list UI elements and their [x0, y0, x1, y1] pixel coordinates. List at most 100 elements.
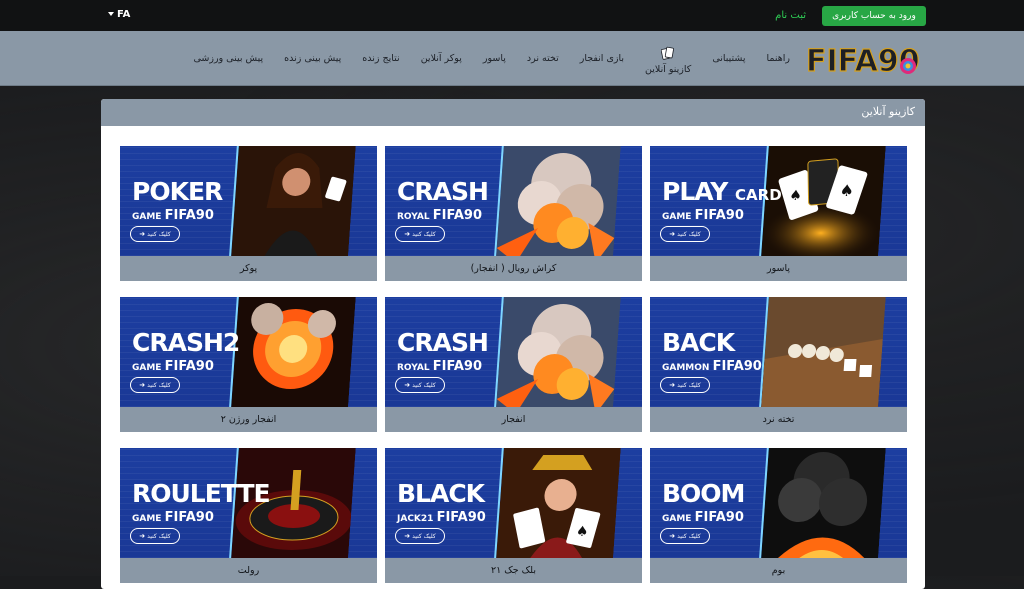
nav-item-9[interactable]: راهنما: [767, 53, 791, 64]
nav-item-8[interactable]: پشتیبانی: [712, 53, 745, 64]
game-title-main: PLAY: [662, 177, 728, 206]
game-title: BLACK: [397, 479, 485, 508]
game-art: [758, 448, 887, 558]
fifa90-logo[interactable]: FIFA90: [804, 39, 920, 79]
game-art: [493, 146, 622, 256]
nav-item-5[interactable]: تخته نرد: [527, 53, 559, 64]
game-card[interactable]: BACK GAMMON FIFA90 کلیک کنید➜ تخته نرد: [650, 297, 907, 432]
game-subtitle-word: GAME: [132, 212, 162, 222]
click-here-button[interactable]: کلیک کنید➜: [660, 377, 710, 393]
top-bar: FA ثبت نام ورود به حساب کاربری: [0, 0, 1024, 31]
game-card[interactable]: POKER GAME FIFA90 کلیک کنید➜ پوکر: [120, 146, 377, 281]
main-navbar: FIFA90 پیش بینی ورزشی پیش بینی زنده نتایج …: [0, 31, 1024, 86]
click-label: کلیک کنید: [147, 231, 171, 238]
game-art-backgammon: [760, 297, 887, 407]
nav-item-2[interactable]: نتایج زنده: [362, 53, 399, 64]
nav-item-label: کازینو آنلاین: [645, 63, 692, 75]
game-caption: کراش رویال ( انفجار): [385, 256, 642, 281]
game-art-smoke: [760, 448, 887, 558]
register-link[interactable]: ثبت نام: [775, 10, 806, 21]
game-art: ♠: [493, 448, 622, 558]
svg-text:♠: ♠: [839, 181, 855, 200]
game-art-queen: ♠: [495, 448, 622, 558]
game-card[interactable]: CRASH2 GAME FIFA90 کلیک کنید➜ انفجار ورژن ۲: [120, 297, 377, 432]
game-brand: FIFA90: [694, 208, 744, 223]
click-here-button[interactable]: کلیک کنید➜: [395, 377, 445, 393]
game-card[interactable]: ♠ BLACK JACK21 FIFA90 کلیک کنید➜ بلک جک ۲۱: [385, 448, 642, 583]
game-brand: FIFA90: [164, 208, 214, 223]
click-here-button[interactable]: کلیک کنید➜: [660, 226, 710, 242]
game-subtitle: GAMMON FIFA90: [662, 359, 762, 374]
game-card[interactable]: BOOM GAME FIFA90 کلیک کنید➜ بوم: [650, 448, 907, 583]
click-here-button[interactable]: کلیک کنید➜: [130, 528, 180, 544]
login-button[interactable]: ورود به حساب کاربری: [822, 6, 926, 26]
click-here-button[interactable]: کلیک کنید➜: [130, 377, 180, 393]
game-banner: ♠ BLACK JACK21 FIFA90 کلیک کنید➜: [385, 448, 642, 558]
click-here-button[interactable]: کلیک کنید➜: [395, 528, 445, 544]
panel-title: کازینو آنلاین: [861, 105, 915, 118]
game-brand: FIFA90: [712, 359, 762, 374]
click-here-button[interactable]: کلیک کنید➜: [130, 226, 180, 242]
game-title: BOOM: [662, 479, 745, 508]
game-brand: FIFA90: [432, 208, 483, 223]
game-card[interactable]: CRASH ROYAL FIFA90 کلیک کنید➜ انفجار: [385, 297, 642, 432]
arrow-icon: ➜: [139, 230, 146, 238]
click-label: کلیک کنید: [677, 382, 701, 389]
game-art: [758, 297, 887, 407]
game-subtitle: ROYAL FIFA90: [397, 208, 482, 223]
game-caption: تخته نرد: [650, 407, 907, 432]
click-here-button[interactable]: کلیک کنید➜: [395, 226, 445, 242]
game-subtitle-word: GAMMON: [662, 363, 710, 373]
game-subtitle: GAME FIFA90: [132, 510, 214, 525]
svg-text:♠: ♠: [575, 524, 589, 540]
nav-item-0[interactable]: پیش بینی ورزشی: [194, 53, 264, 64]
click-label: کلیک کنید: [677, 533, 701, 540]
game-caption: بوم: [650, 558, 907, 583]
game-art-explosion: [495, 146, 622, 256]
game-brand: FIFA90: [164, 359, 214, 374]
click-label: کلیک کنید: [412, 382, 436, 389]
language-selector[interactable]: FA: [108, 9, 130, 20]
nav-item-6[interactable]: بازی انفجار: [580, 53, 624, 64]
game-title: ROULETTE: [132, 479, 271, 508]
cards-icon: [661, 46, 675, 60]
click-label: کلیک کنید: [412, 231, 436, 238]
game-subtitle-word: ROYAL: [397, 363, 430, 373]
game-title-main: CRASH2: [132, 328, 240, 357]
language-label: FA: [117, 9, 131, 20]
game-title-main: CRASH: [397, 177, 489, 206]
game-caption: انفجار ورژن ۲: [120, 407, 377, 432]
game-title: CRASH2: [132, 328, 240, 357]
game-card[interactable]: ♠ ♠ PLAY CARD GAME FIFA90 کلیک کنید➜ پاسور: [650, 146, 907, 281]
game-subtitle: GAME FIFA90: [662, 510, 744, 525]
svg-text:♠: ♠: [789, 188, 803, 204]
game-subtitle-word: GAME: [662, 514, 692, 524]
game-card[interactable]: CRASH ROYAL FIFA90 کلیک کنید➜ کراش رویال ( …: [385, 146, 642, 281]
game-caption: پوکر: [120, 256, 377, 281]
nav-item-4[interactable]: پاسور: [483, 53, 506, 64]
game-subtitle-word: ROYAL: [397, 212, 430, 222]
nav-item-3[interactable]: پوکر آنلاین: [421, 53, 462, 64]
game-title-suffix: CARD: [735, 186, 782, 204]
game-banner: CRASH ROYAL FIFA90 کلیک کنید➜: [385, 297, 642, 407]
casino-panel: کازینو آنلاین ♠ ♠ PLAY CARD GAME FIFA90 کلیک…: [101, 99, 925, 589]
game-caption: رولت: [120, 558, 377, 583]
game-title: CRASH: [397, 177, 489, 206]
nav-item-1[interactable]: پیش بینی زنده: [284, 53, 341, 64]
arrow-icon: ➜: [404, 381, 411, 389]
game-title: BACK: [662, 328, 735, 357]
nav-item-7[interactable]: کازینو آنلاین: [645, 46, 691, 75]
game-banner: ♠ ♠ PLAY CARD GAME FIFA90 کلیک کنید➜: [650, 146, 907, 256]
game-brand: FIFA90: [436, 510, 486, 525]
arrow-icon: ➜: [139, 532, 146, 540]
game-caption: بلک جک ۲۱: [385, 558, 642, 583]
arrow-icon: ➜: [669, 532, 676, 540]
game-subtitle: GAME FIFA90: [132, 208, 214, 223]
arrow-icon: ➜: [669, 381, 676, 389]
game-subtitle-word: GAME: [132, 363, 162, 373]
game-banner: CRASH ROYAL FIFA90 کلیک کنید➜: [385, 146, 642, 256]
game-card[interactable]: ROULETTE GAME FIFA90 کلیک کنید➜ رولت: [120, 448, 377, 583]
game-subtitle: ROYAL FIFA90: [397, 359, 482, 374]
click-here-button[interactable]: کلیک کنید➜: [660, 528, 710, 544]
game-art-explosion: [495, 297, 622, 407]
